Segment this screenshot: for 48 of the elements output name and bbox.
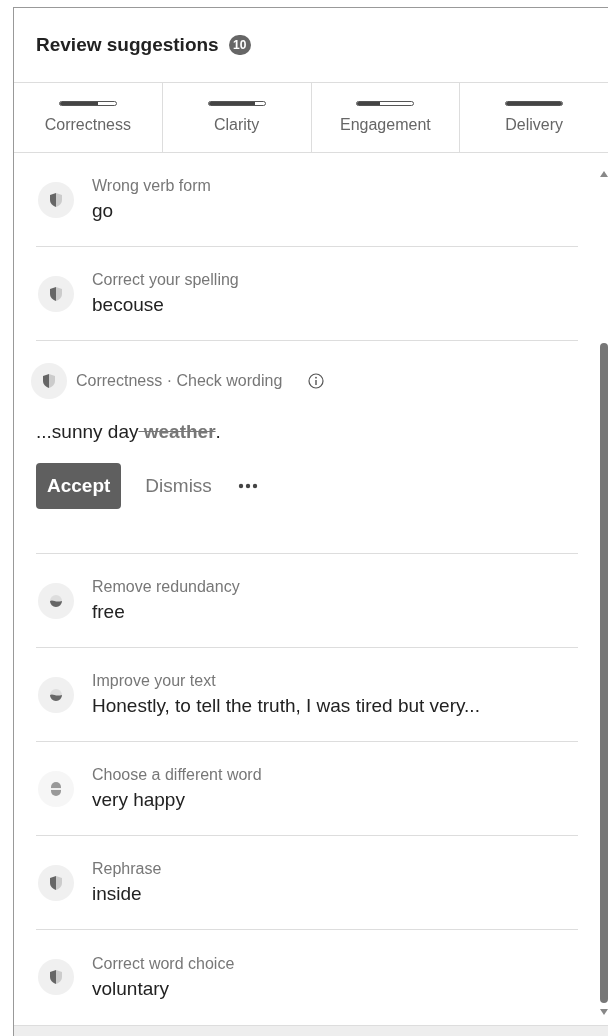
suggestion-item[interactable]: Improve your text Honestly, to tell the truth, I was tired but very... (36, 648, 578, 742)
suggestion-title: Improve your text (92, 672, 217, 690)
suggestion-text: becouse (92, 294, 165, 316)
pill-icon (38, 770, 74, 807)
suggestion-item[interactable]: Wrong verb form go (36, 153, 578, 247)
suggestion-item[interactable]: Remove redundancy free (36, 554, 578, 648)
score-meter (505, 101, 564, 106)
more-icon[interactable] (237, 483, 258, 489)
dismiss-button[interactable]: Dismiss (135, 469, 222, 503)
suggestion-item[interactable]: Choose a different word very happy (36, 742, 578, 836)
scroll-down-icon[interactable] (600, 1009, 608, 1015)
category-tab[interactable]: Correctness (14, 83, 163, 152)
suggestion-title: Remove redundancy (92, 578, 240, 596)
suggestion-text: Honestly, to tell the truth, I was tired but very... (92, 695, 480, 717)
accept-button[interactable]: Accept (36, 463, 122, 509)
shield-icon (31, 363, 67, 399)
score-meter (356, 101, 415, 106)
suggestion-text: very happy (92, 789, 186, 811)
suggestion-text: go (92, 200, 115, 222)
score-meter (207, 101, 266, 106)
suggestion-title: Rephrase (92, 860, 162, 878)
shield-icon (38, 275, 74, 312)
panel-title: Review suggestions (36, 34, 219, 56)
suggestion-item[interactable]: Rephrase inside (36, 836, 578, 930)
suggestion-sentence: ...sunny day weather. (36, 421, 222, 443)
suggestion-title: Choose a different word (92, 766, 262, 784)
scroll-up-icon[interactable] (600, 171, 608, 177)
score-meter (58, 101, 117, 106)
suggestion-category: Correctness · Check wording (76, 372, 283, 390)
half-circle-icon (38, 582, 74, 619)
half-circle-icon (38, 676, 74, 713)
shield-icon (38, 959, 74, 995)
suggestion-text: voluntary (92, 977, 171, 1000)
category-tab[interactable]: Delivery (460, 83, 608, 152)
suggestion-text: inside (92, 883, 143, 905)
suggestion-title: Correct your spelling (92, 271, 239, 289)
suggestion-title: Correct word choice (92, 954, 235, 973)
suggestion-text: free (92, 601, 126, 623)
scrollbar-thumb[interactable] (600, 343, 608, 1003)
suggestion-item[interactable]: Correct word choice voluntary (36, 930, 578, 1024)
category-tab[interactable]: Clarity (162, 83, 312, 152)
suggestion-item[interactable]: Correct your spelling becouse (36, 247, 578, 341)
info-icon[interactable] (308, 373, 325, 389)
suggestion-title: Wrong verb form (92, 177, 211, 195)
count-badge: 10 (228, 35, 251, 55)
category-tab[interactable]: Engagement (311, 83, 461, 152)
shield-icon (38, 864, 74, 901)
shield-icon (38, 181, 74, 218)
